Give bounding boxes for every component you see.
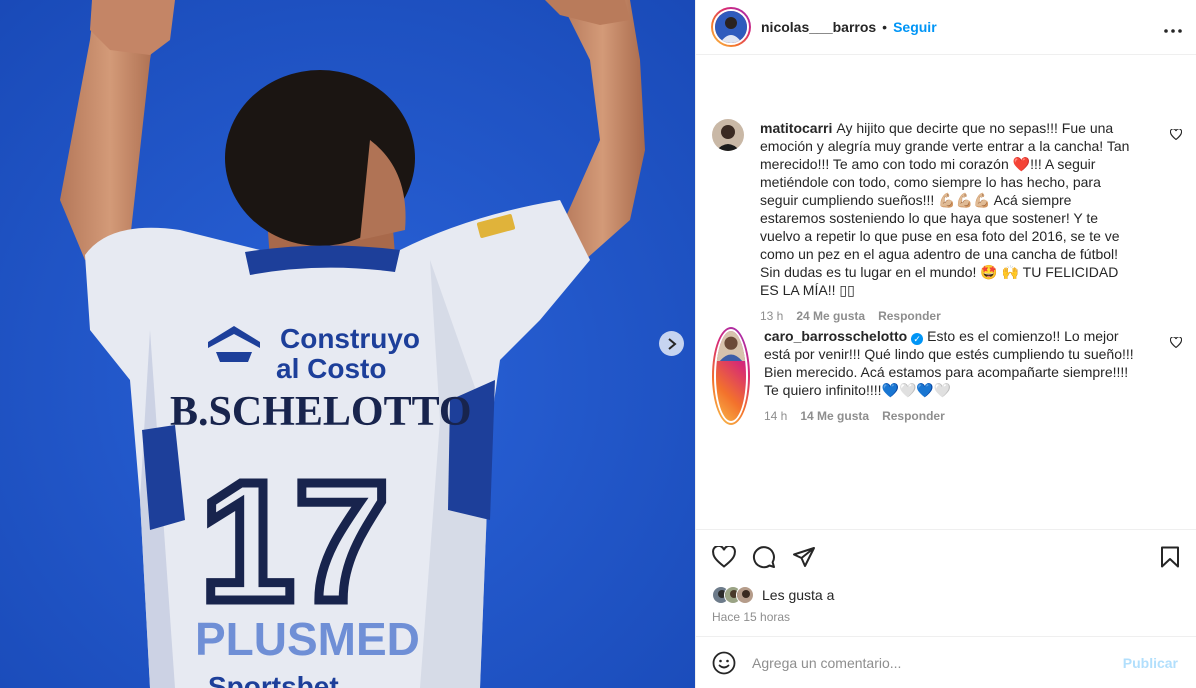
add-comment-bar: Publicar bbox=[696, 636, 1196, 688]
next-photo-button[interactable] bbox=[659, 331, 684, 356]
post-header: nicolas___barros • Seguir bbox=[696, 0, 1196, 55]
liker-avatar bbox=[736, 586, 754, 604]
comment-icon bbox=[753, 546, 775, 569]
avatar-image bbox=[716, 331, 746, 361]
heart-icon bbox=[1169, 336, 1183, 349]
liker-avatars bbox=[712, 586, 754, 604]
author-username[interactable]: nicolas___barros bbox=[761, 19, 876, 35]
comment-meta: 14 h 14 Me gusta Responder bbox=[764, 407, 1144, 425]
save-button[interactable] bbox=[1160, 546, 1180, 568]
comment-likes[interactable]: 24 Me gusta bbox=[796, 307, 865, 325]
bottom-sponsor2: Sportsbet bbox=[208, 671, 339, 688]
post-comment-button[interactable]: Publicar bbox=[1123, 655, 1178, 671]
separator-dot: • bbox=[882, 19, 888, 35]
sponsor-text-line2: al Costo bbox=[276, 353, 386, 384]
reply-button[interactable]: Responder bbox=[882, 407, 945, 425]
reply-button[interactable]: Responder bbox=[878, 307, 941, 325]
commenter-avatar[interactable] bbox=[712, 119, 744, 151]
comment-username[interactable]: caro_barrosschelotto bbox=[764, 328, 907, 344]
player-name: B.SCHELOTTO bbox=[170, 389, 472, 435]
likes-text[interactable]: Les gusta a bbox=[762, 587, 834, 603]
post-side-panel: nicolas___barros • Seguir matitocarri Ay … bbox=[695, 0, 1196, 688]
emoji-icon bbox=[712, 651, 736, 674]
comment-text: Ay hijito que decirte que no sepas!!! Fu… bbox=[760, 120, 1130, 298]
like-button[interactable] bbox=[712, 546, 736, 568]
verified-badge-icon: ✓ bbox=[911, 333, 924, 345]
heart-icon bbox=[1169, 128, 1183, 141]
chevron-right-icon bbox=[667, 337, 677, 350]
player-number: 17 bbox=[200, 447, 389, 637]
likes-summary[interactable]: Les gusta a bbox=[712, 586, 1180, 604]
comment-input[interactable] bbox=[752, 654, 1123, 671]
comments-list: matitocarri Ay hijito que decirte que no … bbox=[696, 56, 1196, 529]
post-time[interactable]: Hace 15 horas bbox=[712, 610, 1180, 624]
action-icons-row bbox=[712, 530, 1180, 584]
commenter-avatar[interactable] bbox=[712, 327, 750, 425]
player-photo-illustration: Construyo al Costo B.SCHELOTTO 17 PLUSME… bbox=[0, 0, 695, 688]
comment-item: caro_barrosschelotto ✓ Esto es el comienzo… bbox=[712, 327, 1183, 425]
comment-button[interactable] bbox=[752, 545, 776, 569]
sponsor-text-line1: Construyo bbox=[280, 323, 420, 354]
more-options-button[interactable] bbox=[1164, 18, 1182, 36]
share-icon bbox=[793, 547, 815, 567]
bookmark-icon bbox=[1161, 546, 1179, 568]
comment-body: matitocarri Ay hijito que decirte que no … bbox=[760, 119, 1140, 325]
emoji-picker-button[interactable] bbox=[712, 651, 736, 675]
post-photo: Construyo al Costo B.SCHELOTTO 17 PLUSME… bbox=[0, 0, 695, 688]
comment-likes[interactable]: 14 Me gusta bbox=[800, 407, 869, 425]
comment-item: matitocarri Ay hijito que decirte que no … bbox=[712, 119, 1183, 325]
comment-body: caro_barrosschelotto ✓ Esto es el comienzo… bbox=[764, 327, 1144, 425]
comment-time: 14 h bbox=[764, 409, 788, 423]
share-button[interactable] bbox=[792, 546, 816, 568]
comment-time: 13 h bbox=[760, 309, 784, 323]
bottom-sponsor: PLUSMED bbox=[195, 613, 420, 665]
author-avatar[interactable] bbox=[711, 7, 751, 47]
heart-icon bbox=[712, 546, 736, 568]
follow-button[interactable]: Seguir bbox=[893, 19, 937, 35]
comment-username[interactable]: matitocarri bbox=[760, 120, 832, 136]
like-comment-button[interactable] bbox=[1169, 127, 1183, 145]
avatar-image bbox=[712, 119, 744, 151]
like-comment-button[interactable] bbox=[1169, 335, 1183, 353]
post-actions: Les gusta a Hace 15 horas bbox=[696, 529, 1196, 636]
avatar-image bbox=[715, 11, 747, 43]
more-icon bbox=[1164, 29, 1182, 33]
comment-meta: 13 h 24 Me gusta Responder bbox=[760, 307, 1140, 325]
